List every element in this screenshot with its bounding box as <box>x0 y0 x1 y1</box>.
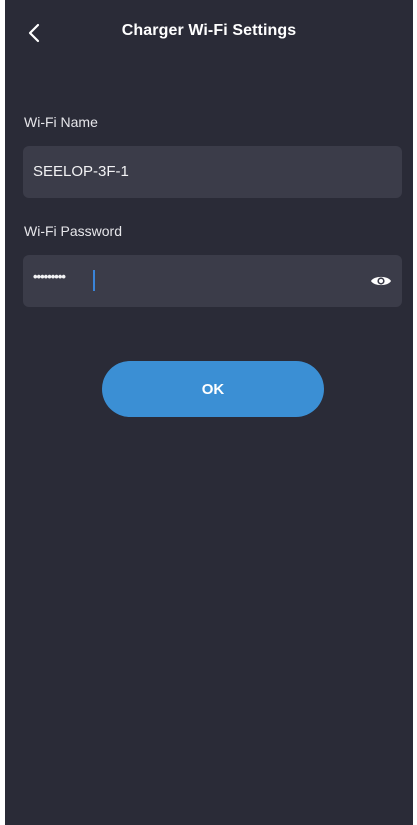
wifi-name-label: Wi-Fi Name <box>24 114 98 130</box>
wifi-name-field[interactable]: SEELOP-3F-1 <box>23 146 402 198</box>
text-caret <box>93 270 95 291</box>
eye-icon <box>371 276 391 286</box>
header-bar: Charger Wi-Fi Settings <box>5 0 413 66</box>
ok-button[interactable]: OK <box>102 361 324 417</box>
wifi-password-value: ••••••••• <box>33 269 66 284</box>
wifi-password-field[interactable]: ••••••••• <box>23 255 402 307</box>
wifi-password-label: Wi-Fi Password <box>24 223 123 239</box>
show-password-button[interactable] <box>368 268 394 294</box>
wifi-name-value: SEELOP-3F-1 <box>33 163 129 180</box>
page-title: Charger Wi-Fi Settings <box>121 22 297 39</box>
wifi-settings-screen: Charger Wi-Fi Settings Wi-Fi Name SEELOP… <box>5 0 413 825</box>
